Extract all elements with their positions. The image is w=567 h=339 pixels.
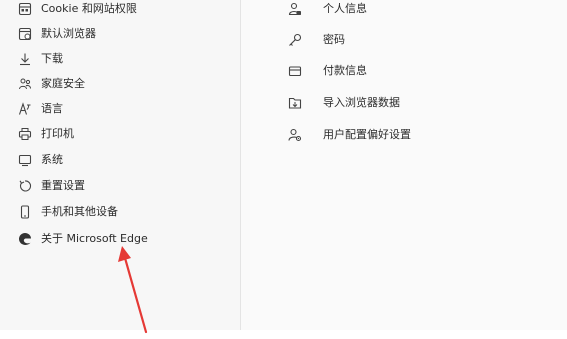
sidebar-item-label: Cookie 和网站权限: [41, 2, 137, 15]
sidebar-item-reset-settings[interactable]: 重置设置: [0, 174, 230, 198]
profile-preferences-icon: [288, 128, 302, 142]
profile-item-import-browser-data[interactable]: 导入浏览器数据: [288, 91, 528, 115]
language-icon: [18, 102, 32, 116]
sidebar-item-label: 下载: [41, 52, 63, 65]
sidebar-item-cookies[interactable]: Cookie 和网站权限: [0, 0, 230, 21]
reset-icon: [18, 179, 32, 193]
profile-item-profile-preferences[interactable]: 用户配置偏好设置: [288, 123, 528, 147]
sidebar-item-label: 重置设置: [41, 179, 85, 192]
profile-item-passwords[interactable]: 密码: [288, 28, 528, 52]
annotation-arrow: [110, 240, 160, 335]
sidebar-item-printers[interactable]: 打印机: [0, 122, 230, 146]
sidebar-item-label: 系统: [41, 153, 63, 166]
profile-item-label: 个人信息: [323, 2, 367, 15]
sidebar-item-label: 手机和其他设备: [41, 205, 118, 218]
profile-item-payment-info[interactable]: 付款信息: [288, 59, 528, 83]
download-icon: [18, 52, 32, 66]
edge-logo-icon: [18, 232, 32, 246]
sidebar-item-system[interactable]: 系统: [0, 148, 230, 172]
sidebar-item-label: 语言: [41, 102, 63, 115]
sidebar-item-default-browser[interactable]: 默认浏览器: [0, 22, 230, 46]
bottom-edge: [0, 330, 567, 339]
phone-icon: [18, 205, 32, 219]
system-icon: [18, 153, 32, 167]
credit-card-icon: [288, 64, 302, 78]
profile-item-label: 付款信息: [323, 64, 367, 77]
cookie-site-permissions-icon: [18, 2, 32, 16]
sidebar-item-downloads[interactable]: 下载: [0, 47, 230, 71]
profile-item-label: 密码: [323, 33, 345, 46]
settings-page: Cookie 和网站权限 默认浏览器 下载 家庭安全 语言 打印机 系统 重置设…: [0, 0, 567, 339]
profile-item-label: 用户配置偏好设置: [323, 128, 411, 141]
profile-item-personal-info[interactable]: 个人信息: [288, 0, 528, 21]
printer-icon: [18, 127, 32, 141]
sidebar-item-phone-devices[interactable]: 手机和其他设备: [0, 200, 230, 224]
profile-settings-list: 个人信息 密码 付款信息 导入浏览器数据 用户配置偏好设置: [241, 0, 567, 330]
import-data-icon: [288, 96, 302, 110]
sidebar-item-family-safety[interactable]: 家庭安全: [0, 72, 230, 96]
sidebar-item-label: 默认浏览器: [41, 27, 96, 40]
profile-item-label: 导入浏览器数据: [323, 96, 400, 109]
default-browser-icon: [18, 27, 32, 41]
sidebar-item-language[interactable]: 语言: [0, 97, 230, 121]
sidebar-item-label: 打印机: [41, 127, 74, 140]
sidebar-item-label: 家庭安全: [41, 77, 85, 90]
key-icon: [288, 33, 302, 47]
personal-info-icon: [288, 2, 302, 16]
family-safety-icon: [18, 77, 32, 91]
